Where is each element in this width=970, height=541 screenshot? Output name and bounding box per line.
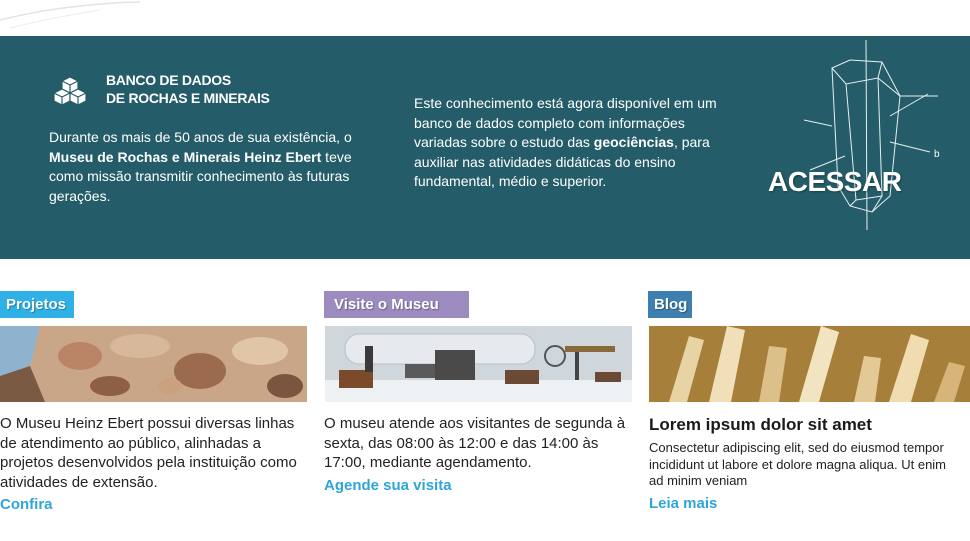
- tab-projetos[interactable]: Projetos: [0, 291, 74, 318]
- access-database-button[interactable]: ACESSAR: [768, 166, 902, 198]
- info-paragraph: Este conhecimento está agora disponível …: [414, 94, 734, 192]
- intro-text-1: Durante os mais de 50 anos de sua existê…: [49, 129, 352, 145]
- top-strip: [0, 0, 970, 36]
- schedule-visit-link[interactable]: Agende sua visita: [324, 477, 452, 494]
- museum-instruments-image[interactable]: [325, 326, 632, 402]
- tab-blog[interactable]: Blog: [648, 291, 692, 318]
- crystal-label: b: [934, 149, 940, 160]
- projetos-text: O Museu Heinz Ebert possui diversas linh…: [0, 415, 297, 491]
- crystal-sketch-icon: b: [803, 39, 940, 231]
- decorative-sketch-icon: [0, 1, 141, 29]
- blog-crystal-image[interactable]: [649, 326, 970, 402]
- projetos-rock-image[interactable]: [0, 326, 307, 402]
- database-title: BANCO DE DADOS DE ROCHAS E MINERAIS: [106, 71, 270, 107]
- read-more-link[interactable]: Leia mais: [649, 495, 717, 512]
- intro-paragraph: Durante os mais de 50 anos de sua existê…: [49, 128, 359, 206]
- blog-post-title[interactable]: Lorem ipsum dolor sit amet: [649, 415, 872, 435]
- info-keyword: geociências: [593, 134, 674, 150]
- museum-name: Museu de Rochas e Minerais Heinz Ebert: [49, 148, 322, 165]
- visite-text: O museu atende aos visitantes de segunda…: [324, 415, 626, 471]
- cubes-icon: [54, 76, 86, 106]
- tab-visite-museu[interactable]: Visite o Museu: [324, 291, 469, 318]
- projetos-link[interactable]: Confira: [0, 496, 53, 513]
- database-title-line1: BANCO DE DADOS: [106, 72, 231, 88]
- blog-post-excerpt: Consectetur adipiscing elit, sed do eius…: [649, 440, 947, 488]
- database-title-line2: DE ROCHAS E MINERAIS: [106, 90, 270, 106]
- database-banner: BANCO DE DADOS DE ROCHAS E MINERAIS Dura…: [0, 36, 970, 259]
